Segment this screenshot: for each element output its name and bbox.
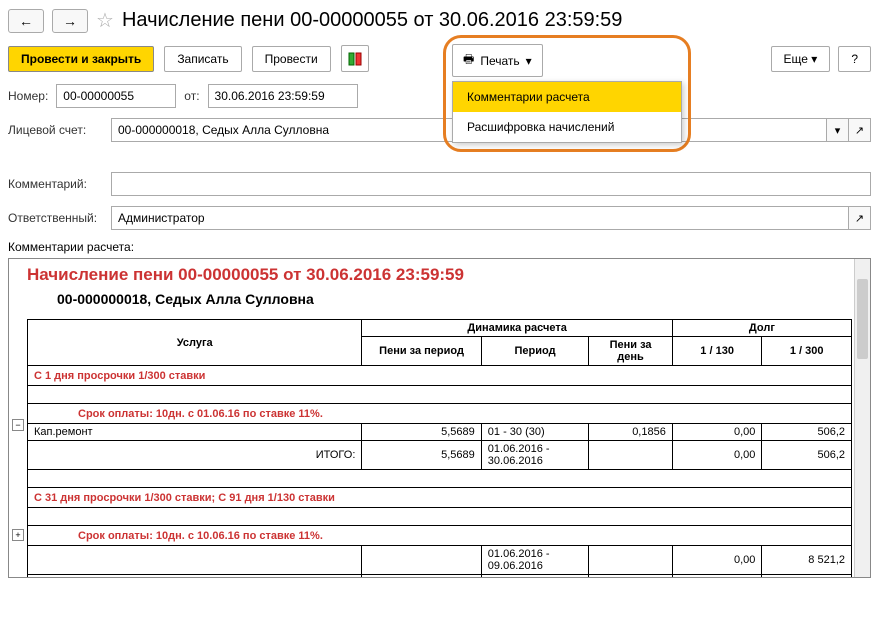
section-2-label: С 31 дня просрочки 1/300 ставки; С 91 дн… [28, 488, 852, 508]
dt-button[interactable] [341, 45, 369, 72]
total-row: ИТОГО: 132,8309 10.06.2016 - 30.06.2016 … [28, 575, 852, 579]
table-row: Кап.ремонт 5,5689 01 - 30 (30) 0,1856 0,… [28, 424, 852, 441]
comment-label: Комментарий: [8, 177, 103, 191]
section-1-label: С 1 дня просрочки 1/300 ставки [28, 366, 852, 386]
print-dropdown-menu: Комментарии расчета Расшифровка начислен… [452, 81, 682, 143]
print-label: Печать [480, 54, 519, 68]
account-open-button[interactable]: ↗ [849, 118, 871, 142]
tree-expand-2[interactable]: + [12, 529, 24, 541]
from-input[interactable] [208, 84, 358, 108]
col-peni-day: Пени за день [589, 337, 673, 366]
menu-item-comments[interactable]: Комментарии расчета [453, 82, 681, 112]
doc-subtitle: 00-000000018, Седых Алла Сулловна [57, 291, 852, 307]
dropdown-arrow-icon: ▾ [526, 54, 532, 68]
document-preview: − + Начисление пени 00-00000055 от 30.06… [8, 258, 871, 578]
help-button[interactable]: ? [838, 46, 871, 72]
doc-title: Начисление пени 00-00000055 от 30.06.201… [27, 265, 852, 285]
col-dynamics: Динамика расчета [362, 320, 672, 337]
vertical-scrollbar[interactable] [854, 259, 870, 577]
print-dropdown-highlight: 🖶 Печать ▾ Комментарии расчета Расшифров… [443, 35, 691, 152]
responsible-label: Ответственный: [8, 211, 103, 225]
nav-forward-button[interactable]: → [52, 9, 88, 33]
account-label: Лицевой счет: [8, 123, 103, 137]
tree-collapse-1[interactable]: − [12, 419, 24, 431]
col-service: Услуга [28, 320, 362, 366]
page-title: Начисление пени 00-00000055 от 30.06.201… [122, 9, 623, 32]
total-row: ИТОГО: 5,5689 01.06.2016 - 30.06.2016 0,… [28, 441, 852, 470]
menu-item-decrypt[interactable]: Расшифровка начислений [453, 112, 681, 142]
from-label: от: [184, 89, 199, 103]
col-debt: Долг [672, 320, 851, 337]
calc-comments-label: Комментарии расчета: [8, 240, 871, 254]
submit-button[interactable]: Провести [252, 46, 331, 72]
col-300: 1 / 300 [762, 337, 852, 366]
dt-icon [348, 52, 362, 66]
comment-input[interactable] [111, 172, 871, 196]
number-input[interactable] [56, 84, 176, 108]
account-select-button[interactable]: ▾ [827, 118, 849, 142]
submit-close-button[interactable]: Провести и закрыть [8, 46, 154, 72]
nav-back-button[interactable]: ← [8, 9, 44, 33]
report-table: Услуга Динамика расчета Долг Пени за пер… [27, 319, 852, 578]
col-period: Период [481, 337, 588, 366]
number-label: Номер: [8, 89, 48, 103]
save-button[interactable]: Записать [164, 46, 241, 72]
printer-icon: 🖶 [463, 50, 474, 71]
favorite-star-icon[interactable]: ☆ [96, 8, 114, 33]
table-row: 01.06.2016 - 09.06.2016 0,00 8 521,2 [28, 546, 852, 575]
print-button[interactable]: 🖶 Печать ▾ [452, 44, 543, 77]
responsible-input[interactable] [111, 206, 849, 230]
more-button[interactable]: Еще ▾ [771, 46, 831, 72]
responsible-open-button[interactable]: ↗ [849, 206, 871, 230]
term-2-label: Срок оплаты: 10дн. с 10.06.16 по ставке … [28, 526, 852, 546]
col-130: 1 / 130 [672, 337, 762, 366]
term-1-label: Срок оплаты: 10дн. с 01.06.16 по ставке … [28, 404, 852, 424]
col-peni-period: Пени за период [362, 337, 481, 366]
